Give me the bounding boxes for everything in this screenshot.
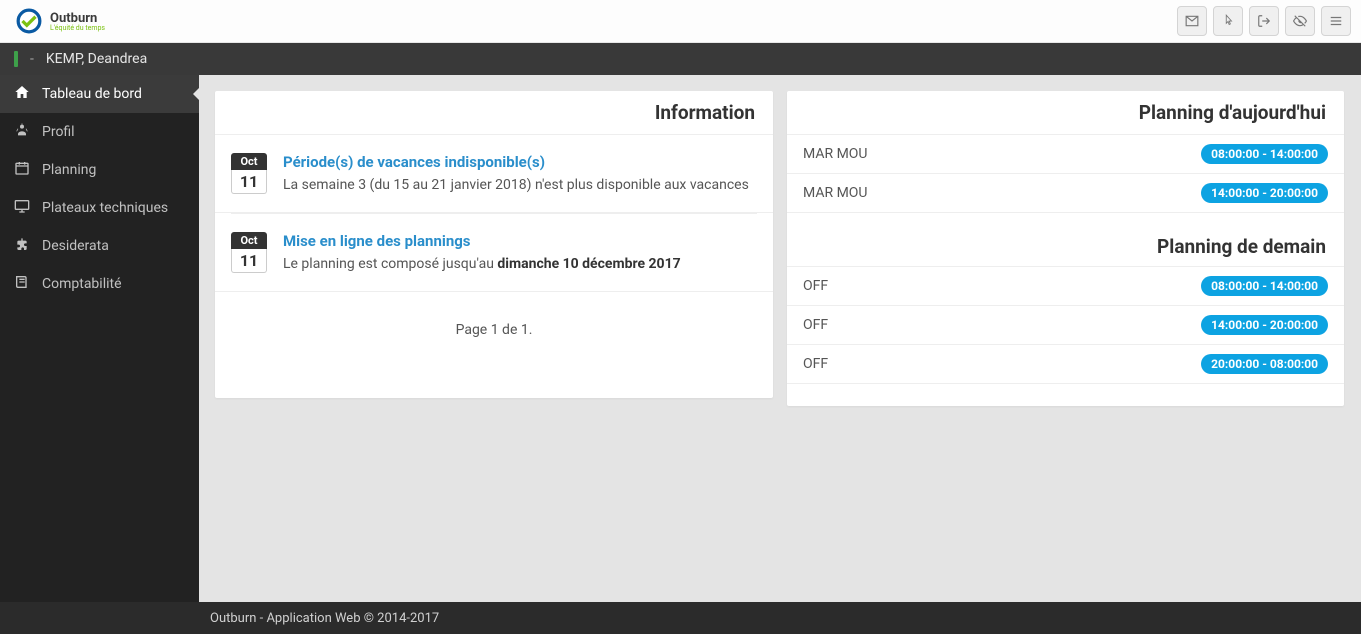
sidebar-item-dashboard[interactable]: Tableau de bord <box>0 75 199 113</box>
time-badge: 14:00:00 - 20:00:00 <box>1201 315 1328 335</box>
info-item-desc: La semaine 3 (du 15 au 21 janvier 2018) … <box>283 177 757 193</box>
planning-panel: Planning d'aujourd'hui MAR MOU 08:00:00 … <box>787 91 1344 406</box>
visibility-button[interactable] <box>1285 6 1315 36</box>
sidebar-item-profile[interactable]: Profil <box>0 113 199 151</box>
info-item-title[interactable]: Mise en ligne des plannings <box>283 232 757 250</box>
calendar-icon <box>14 160 30 180</box>
footer-text: Outburn - Application Web © 2014-2017 <box>210 611 439 626</box>
planning-tomorrow-title: Planning de demain <box>787 213 1344 267</box>
pagination: Page 1 de 1. <box>215 292 773 398</box>
mail-button[interactable] <box>1177 6 1207 36</box>
puzzle-icon <box>14 236 30 256</box>
information-title: Information <box>215 91 773 135</box>
planning-row: OFF 20:00:00 - 08:00:00 <box>787 345 1344 384</box>
topbar-actions <box>1177 6 1351 36</box>
planning-label: MAR MOU <box>803 185 868 201</box>
sidebar-label: Profil <box>42 124 75 140</box>
sidebar-label: Comptabilité <box>42 276 122 292</box>
planning-label: OFF <box>803 317 828 333</box>
planning-label: MAR MOU <box>803 146 868 162</box>
sidebar-label: Plateaux techniques <box>42 200 168 216</box>
logout-button[interactable] <box>1249 6 1279 36</box>
info-item-title[interactable]: Période(s) de vacances indisponible(s) <box>283 153 757 171</box>
user-sep: - <box>30 51 34 67</box>
user-header: - KEMP, Deandrea <box>0 43 1361 75</box>
sidebar-label: Desiderata <box>42 238 109 254</box>
home-icon <box>14 84 30 104</box>
sidebar-label: Planning <box>42 162 96 178</box>
pointer-button[interactable] <box>1213 6 1243 36</box>
planning-label: OFF <box>803 356 828 372</box>
brand-logo[interactable]: Outburn L'équité du temps <box>10 8 105 34</box>
date-day: 11 <box>231 170 267 194</box>
planning-label: OFF <box>803 278 828 294</box>
sidebar-item-desiderata[interactable]: Desiderata <box>0 227 199 265</box>
date-day: 11 <box>231 249 267 273</box>
info-item: Oct 11 Mise en ligne des plannings Le pl… <box>215 214 773 292</box>
monitor-icon <box>14 198 30 218</box>
date-month: Oct <box>231 232 267 249</box>
top-bar: Outburn L'équité du temps <box>0 0 1361 43</box>
date-badge: Oct 11 <box>231 153 267 194</box>
brand-tagline: L'équité du temps <box>50 24 105 32</box>
book-icon <box>14 274 30 294</box>
time-badge: 08:00:00 - 14:00:00 <box>1201 276 1328 296</box>
status-indicator <box>14 51 18 67</box>
sidebar-item-plateaux[interactable]: Plateaux techniques <box>0 189 199 227</box>
date-badge: Oct 11 <box>231 232 267 273</box>
sidebar-item-planning[interactable]: Planning <box>0 151 199 189</box>
footer: Outburn - Application Web © 2014-2017 <box>0 602 1361 634</box>
sidebar: Tableau de bord Profil Planning Plateaux… <box>0 75 199 602</box>
user-name: KEMP, Deandrea <box>46 51 147 67</box>
time-badge: 20:00:00 - 08:00:00 <box>1201 354 1328 374</box>
logo-icon <box>16 8 42 34</box>
info-item-desc: Le planning est composé jusqu'au dimanch… <box>283 256 757 272</box>
info-item: Oct 11 Période(s) de vacances indisponib… <box>215 135 773 213</box>
content-area: Information Oct 11 Période(s) de vacance… <box>199 75 1361 602</box>
planning-row: OFF 08:00:00 - 14:00:00 <box>787 267 1344 306</box>
time-badge: 08:00:00 - 14:00:00 <box>1201 144 1328 164</box>
planning-row: MAR MOU 14:00:00 - 20:00:00 <box>787 174 1344 213</box>
planning-today-title: Planning d'aujourd'hui <box>787 91 1344 135</box>
information-panel: Information Oct 11 Période(s) de vacance… <box>215 91 773 398</box>
sidebar-label: Tableau de bord <box>42 86 142 102</box>
planning-row: OFF 14:00:00 - 20:00:00 <box>787 306 1344 345</box>
time-badge: 14:00:00 - 20:00:00 <box>1201 183 1328 203</box>
date-month: Oct <box>231 153 267 170</box>
menu-button[interactable] <box>1321 6 1351 36</box>
planning-row: MAR MOU 08:00:00 - 14:00:00 <box>787 135 1344 174</box>
user-icon <box>14 122 30 142</box>
sidebar-item-compta[interactable]: Comptabilité <box>0 265 199 303</box>
